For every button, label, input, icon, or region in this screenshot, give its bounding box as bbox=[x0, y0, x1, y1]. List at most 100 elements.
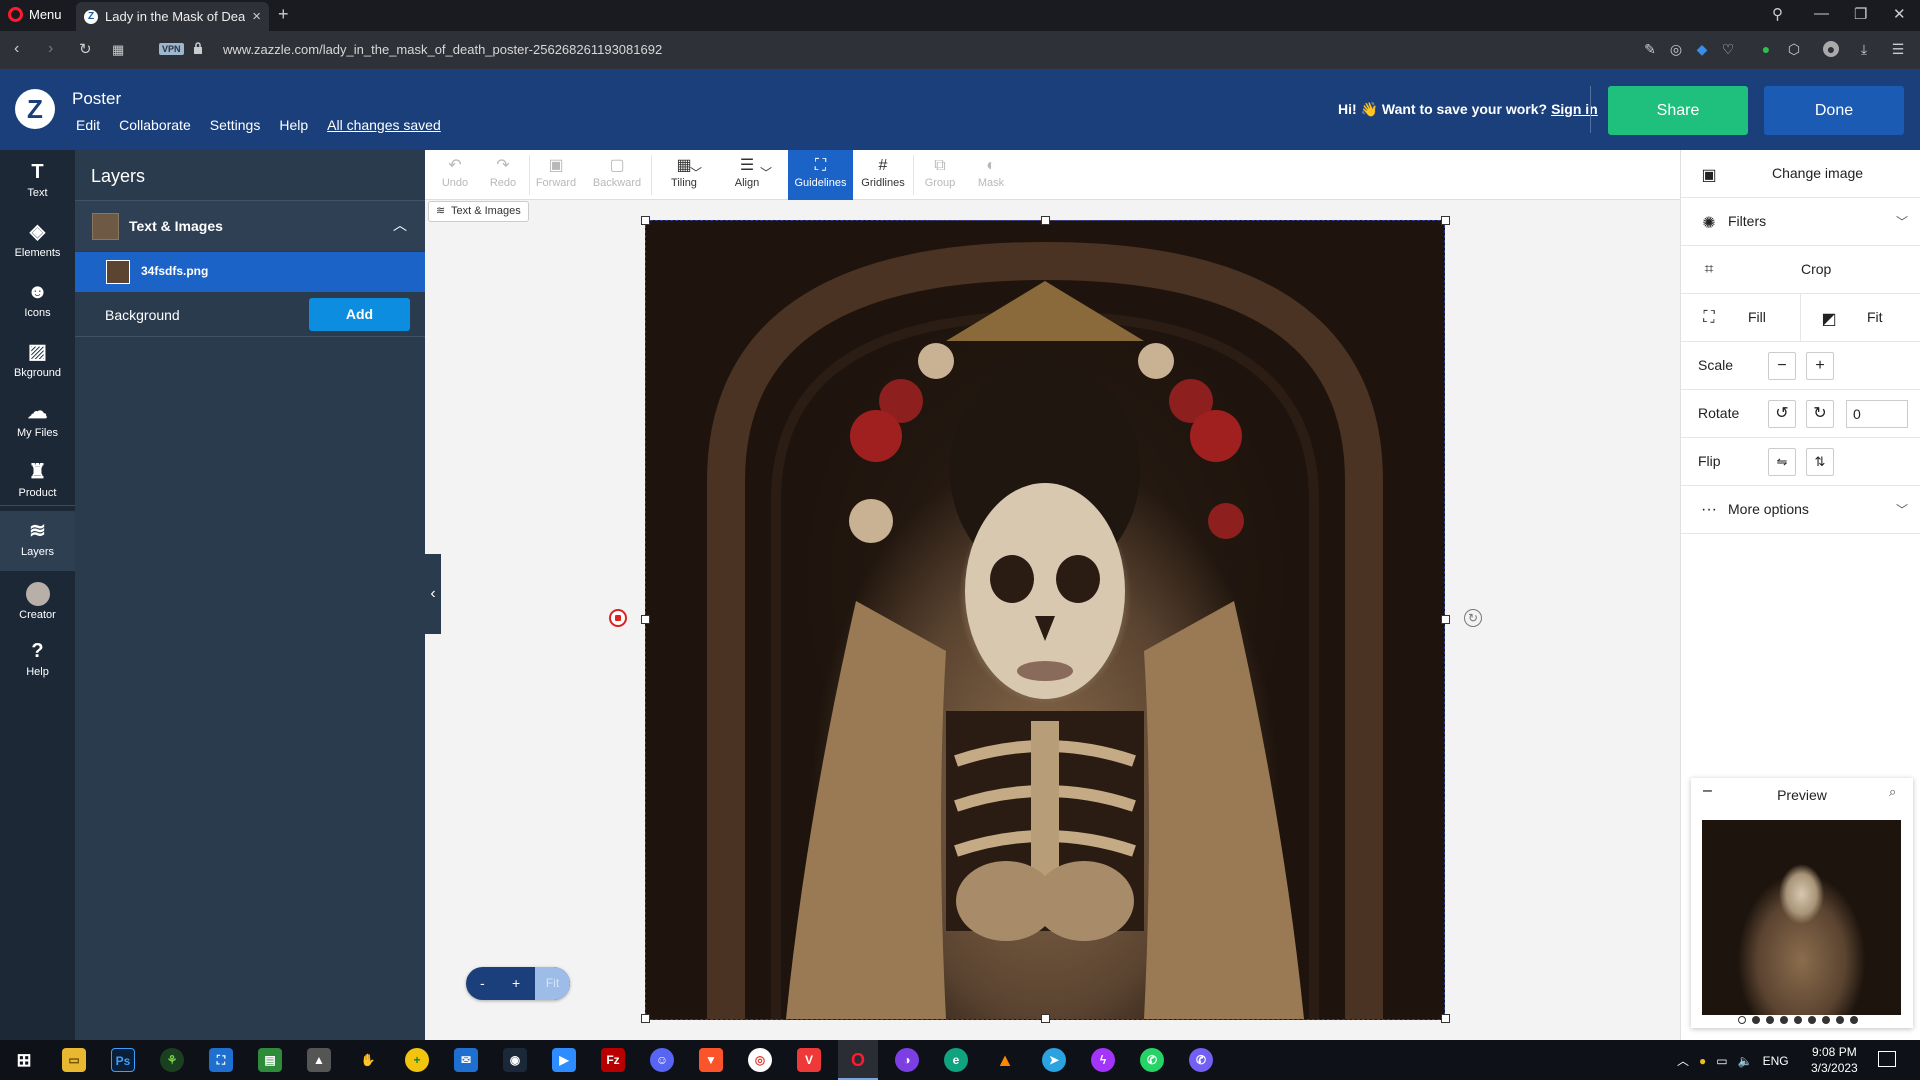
resize-handle-s[interactable] bbox=[1041, 1014, 1050, 1023]
resize-handle-n[interactable] bbox=[1041, 216, 1050, 225]
preview-image[interactable] bbox=[1702, 820, 1901, 1015]
rail-item-elements[interactable]: ◈ Elements bbox=[0, 212, 75, 272]
rail-item-icons[interactable]: ☻ Icons bbox=[0, 272, 75, 332]
notification-center-icon[interactable] bbox=[1878, 1051, 1896, 1067]
preview-dot[interactable] bbox=[1738, 1016, 1746, 1024]
filezilla-icon[interactable]: Fz bbox=[601, 1048, 625, 1072]
scale-up-button[interactable]: + bbox=[1806, 352, 1834, 380]
preview-dot[interactable] bbox=[1808, 1016, 1816, 1024]
heart-icon[interactable]: ♡ bbox=[1720, 41, 1736, 57]
gridlines-button[interactable]: # Gridlines bbox=[857, 150, 909, 200]
photoshop-icon[interactable]: Ps bbox=[111, 1048, 135, 1072]
poster-image[interactable] bbox=[645, 220, 1445, 1020]
resize-handle-e[interactable] bbox=[1441, 615, 1450, 624]
delete-handle-icon[interactable] bbox=[609, 609, 627, 627]
tab-close-icon[interactable]: × bbox=[252, 8, 261, 25]
menu-help[interactable]: Help bbox=[279, 117, 308, 133]
flip-vertical-icon[interactable]: ⇅ bbox=[1806, 448, 1834, 476]
opera-menu-button[interactable]: Menu bbox=[8, 7, 62, 22]
edit-page-icon[interactable]: ✎ bbox=[1642, 41, 1658, 57]
language-indicator[interactable]: ENG bbox=[1763, 1054, 1789, 1068]
download-icon[interactable]: ⤓ bbox=[1856, 41, 1872, 57]
rail-item-help[interactable]: ? Help bbox=[0, 631, 75, 691]
tiling-button[interactable]: ▦ Tiling bbox=[653, 150, 715, 200]
edge-icon[interactable]: e bbox=[944, 1048, 968, 1072]
extension-green-icon[interactable]: ● bbox=[1758, 41, 1774, 57]
vpn-badge[interactable]: VPN bbox=[159, 43, 184, 55]
scale-down-button[interactable]: − bbox=[1768, 352, 1796, 380]
rail-item-creator[interactable]: Creator bbox=[0, 574, 75, 634]
backward-button[interactable]: ▢ Backward bbox=[587, 150, 647, 200]
vlc-icon[interactable]: ▲ bbox=[993, 1048, 1017, 1072]
tray-chevron-up-icon[interactable]: ︿ bbox=[1677, 1052, 1689, 1069]
volume-icon[interactable]: 🔈 bbox=[1738, 1054, 1753, 1068]
new-tab-icon[interactable]: + bbox=[278, 4, 289, 25]
resize-handle-se[interactable] bbox=[1441, 1014, 1450, 1023]
spreadsheet-icon[interactable]: ▤ bbox=[258, 1048, 282, 1072]
save-status-link[interactable]: All changes saved bbox=[327, 117, 441, 133]
mail-icon[interactable]: ✉ bbox=[454, 1048, 478, 1072]
fill-icon[interactable]: ⛶ bbox=[1700, 309, 1718, 327]
fill-button[interactable]: Fill bbox=[1748, 309, 1766, 325]
forward-button[interactable]: ▣ Forward bbox=[531, 150, 581, 200]
app-plus-icon[interactable]: + bbox=[405, 1048, 429, 1072]
preview-dot[interactable] bbox=[1794, 1016, 1802, 1024]
mask-button[interactable]: ◐ Mask bbox=[969, 150, 1013, 200]
cube-icon[interactable]: ⬡ bbox=[1786, 41, 1802, 57]
whatsapp-icon[interactable]: ✆ bbox=[1140, 1048, 1164, 1072]
done-button[interactable]: Done bbox=[1764, 86, 1904, 135]
group-button[interactable]: ⧉ Group bbox=[915, 150, 965, 200]
minimize-icon[interactable]: — bbox=[1814, 5, 1829, 22]
steam-icon[interactable]: ◉ bbox=[503, 1048, 527, 1072]
system-clock[interactable]: 9:08 PM 3/3/2023 bbox=[1811, 1044, 1858, 1076]
resize-handle-w[interactable] bbox=[641, 615, 650, 624]
viber-icon[interactable]: ✆ bbox=[1189, 1048, 1213, 1072]
zoom-preview-icon[interactable]: ⌕ bbox=[1889, 784, 1896, 800]
collapse-panel-button[interactable]: ‹ bbox=[425, 554, 441, 634]
app-gray-icon[interactable]: ▲ bbox=[307, 1048, 331, 1072]
restore-icon[interactable]: ❐ bbox=[1854, 5, 1867, 23]
rotate-handle-icon[interactable]: ↻ bbox=[1464, 609, 1482, 627]
preview-dot[interactable] bbox=[1850, 1016, 1858, 1024]
tabs-grid-icon[interactable]: ▦ bbox=[112, 42, 124, 58]
tray-app-icon[interactable]: ● bbox=[1699, 1054, 1706, 1068]
back-icon[interactable]: ‹ bbox=[14, 40, 19, 58]
rotate-left-icon[interactable]: ↺ bbox=[1768, 400, 1796, 428]
messenger-icon[interactable]: ϟ bbox=[1091, 1048, 1115, 1072]
resize-handle-nw[interactable] bbox=[641, 216, 650, 225]
browser-tab-active[interactable]: Z Lady in the Mask of Death × bbox=[76, 2, 269, 31]
more-options-row[interactable]: ··· More options ﹀ bbox=[1681, 486, 1920, 534]
guidelines-button[interactable]: ⛶ Guidelines bbox=[788, 150, 853, 200]
chevron-up-icon[interactable]: ︿ bbox=[393, 215, 407, 235]
rail-item-layers[interactable]: ≋ Layers bbox=[0, 511, 75, 571]
telegram-icon[interactable]: ➤ bbox=[1042, 1048, 1066, 1072]
reload-icon[interactable]: ↻ bbox=[79, 40, 92, 58]
camera-icon[interactable]: ◎ bbox=[1668, 41, 1684, 57]
zoom-app-icon[interactable]: ▶ bbox=[552, 1048, 576, 1072]
zazzle-logo[interactable]: Z bbox=[15, 89, 55, 129]
change-image-row[interactable]: ▣ Change image bbox=[1681, 150, 1920, 198]
vivaldi-icon[interactable]: V bbox=[797, 1048, 821, 1072]
profile-icon[interactable]: ● bbox=[1823, 41, 1839, 57]
preview-dot[interactable] bbox=[1822, 1016, 1830, 1024]
app-purple-icon[interactable]: ◑ bbox=[895, 1048, 919, 1072]
rotate-right-icon[interactable]: ↻ bbox=[1806, 400, 1834, 428]
network-icon[interactable]: ▭ bbox=[1716, 1054, 1727, 1068]
brave-icon[interactable]: ▼ bbox=[699, 1048, 723, 1072]
preview-dot[interactable] bbox=[1836, 1016, 1844, 1024]
tiling-chevron-down-icon[interactable]: ﹀ bbox=[690, 164, 702, 181]
browser-search-icon[interactable]: ⚲ bbox=[1772, 5, 1783, 23]
app-green-icon[interactable]: ⚘ bbox=[160, 1048, 184, 1072]
resize-handle-ne[interactable] bbox=[1441, 216, 1450, 225]
preview-dot[interactable] bbox=[1752, 1016, 1760, 1024]
flip-horizontal-icon[interactable]: ⇋ bbox=[1768, 448, 1796, 476]
rotate-input[interactable]: 0 bbox=[1846, 400, 1908, 428]
rail-item-product[interactable]: ♜ Product bbox=[0, 452, 75, 512]
menu-collaborate[interactable]: Collaborate bbox=[119, 117, 191, 133]
easy-setup-icon[interactable]: ☰ bbox=[1890, 41, 1906, 57]
layer-chip[interactable]: ≋ Text & Images bbox=[428, 201, 529, 222]
zoom-out-button[interactable]: - bbox=[480, 975, 485, 991]
resize-handle-sw[interactable] bbox=[641, 1014, 650, 1023]
crop-row[interactable]: ⌗ Crop bbox=[1681, 246, 1920, 294]
forward-icon[interactable]: › bbox=[48, 40, 53, 58]
